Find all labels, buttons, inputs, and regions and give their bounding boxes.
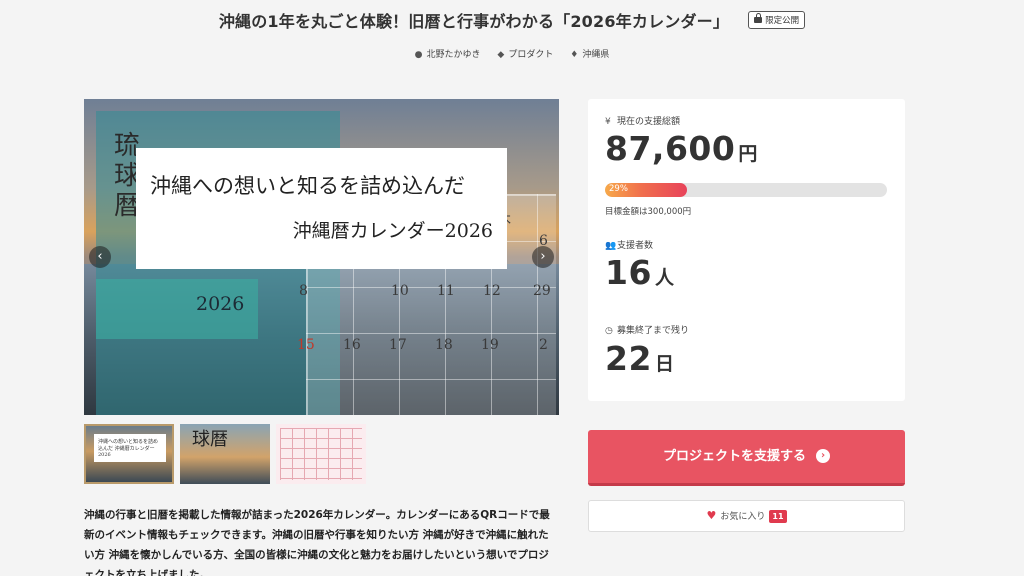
calendar-day: 10 [391,283,409,299]
author-link[interactable]: ● 北野たかゆき [415,47,481,60]
heart-icon: ♥ [706,509,717,522]
amount-label-text: 現在の支援総額 [617,117,681,127]
category-link[interactable]: ◆ プロダクト [497,47,553,60]
user-icon: ● [414,50,423,60]
location-name: 沖縄県 [582,50,610,60]
carousel-prev-button[interactable]: ‹ [89,246,111,268]
author-name: 北野たかゆき [426,50,481,60]
calendar-day: 2 [539,337,548,353]
hero-image-carousel[interactable]: 琉球暦 2026 8 10 11 12 15 16 17 18 19 木 6 2… [84,99,559,415]
overlay-headline: 沖縄への想いと知るを詰め込んだ [150,174,465,198]
hero-overlay-card: 沖縄への想いと知るを詰め込んだ 沖縄暦カレンダー2026 [136,148,507,269]
chevron-left-icon: ‹ [97,249,103,264]
page-title: 沖縄の1年を丸ごと体験！旧暦と行事がわかる「2026年カレンダー」 [218,12,730,31]
supporters-value: 16 人 [605,253,674,292]
clock-icon: ◷ [605,326,613,336]
overlay-subheadline: 沖縄暦カレンダー2026 [292,220,493,242]
supporters-number: 16 [605,253,652,292]
thumbnail-2-caption: 球暦 [192,429,228,450]
cover-year: 2026 [196,293,245,315]
title-row: 沖縄の1年を丸ごと体験！旧暦と行事がわかる「2026年カレンダー」 限定公開 [0,8,1024,32]
calendar-day-sunday: 15 [297,337,315,353]
project-meta: ● 北野たかゆき ◆ プロダクト ♦ 沖縄県 [0,47,1024,60]
remaining-value: 22 日 [605,339,674,378]
amount-number: 87,600 [605,129,736,168]
calendar-day: 29 [533,283,551,299]
calendar-day: 8 [299,283,308,299]
remaining-unit: 日 [654,353,675,375]
support-button-label: プロジェクトを支援する [662,449,806,464]
yen-icon: ¥ [605,117,611,127]
goal-amount: 目標金額は300,000円 [605,207,692,217]
lock-icon [754,13,763,23]
supporters-unit: 人 [654,267,675,289]
project-description: 沖縄の行事と旧暦を掲載した情報が詰まった2026年カレンダー。カレンダーにあるQ… [84,509,550,576]
thumbnail-1[interactable]: 沖縄への想いと知るを詰め込んだ 沖縄暦カレンダー2026 [84,424,174,484]
thumbnail-3[interactable] [276,424,366,484]
favorite-button[interactable]: ♥ お気に入り 11 [588,500,905,532]
category-name: プロダクト [508,50,554,60]
remaining-label: ◷ 募集終了まで残り [605,323,689,336]
supporters-label: 👥支援者数 [605,238,653,251]
supporters-label-text: 支援者数 [617,241,654,251]
amount-unit: 円 [738,143,758,165]
chevron-right-circle-icon: › [816,448,830,463]
support-project-button[interactable]: プロジェクトを支援する › [588,430,905,486]
remaining-label-text: 募集終了まで残り [617,326,690,336]
map-pin-icon: ♦ [570,50,579,60]
calendar-day: 16 [343,337,361,353]
location-link[interactable]: ♦ 沖縄県 [570,47,609,60]
remaining-number: 22 [605,339,652,378]
amount-value: 87,600 円 [605,129,758,168]
favorite-count: 11 [769,510,787,523]
funding-stats-card: ¥ 現在の支援総額 87,600 円 29% 目標金額は300,000円 👥支援者数… [588,99,905,401]
visibility-badge: 限定公開 [748,11,806,29]
users-icon: 👥 [605,241,617,251]
amount-label: ¥ 現在の支援総額 [605,114,680,127]
calendar-day: 18 [435,337,453,353]
thumbnail-2[interactable]: 球暦 [180,424,270,484]
carousel-next-button[interactable]: › [532,246,554,268]
thumbnail-3-calendar-grid [280,428,362,480]
chevron-right-icon: › [540,249,546,264]
calendar-day: 11 [437,283,455,299]
calendar-day: 12 [483,283,501,299]
tag-icon: ◆ [497,50,505,60]
thumbnail-1-caption: 沖縄への想いと知るを詰め込んだ 沖縄暦カレンダー2026 [94,434,166,462]
progress-percent: 29% [609,184,628,194]
progress-bar: 29% [605,183,887,197]
visibility-badge-label: 限定公開 [765,16,800,26]
calendar-day: 19 [481,337,499,353]
favorite-label: お気に入り [720,512,766,522]
calendar-day: 17 [389,337,407,353]
